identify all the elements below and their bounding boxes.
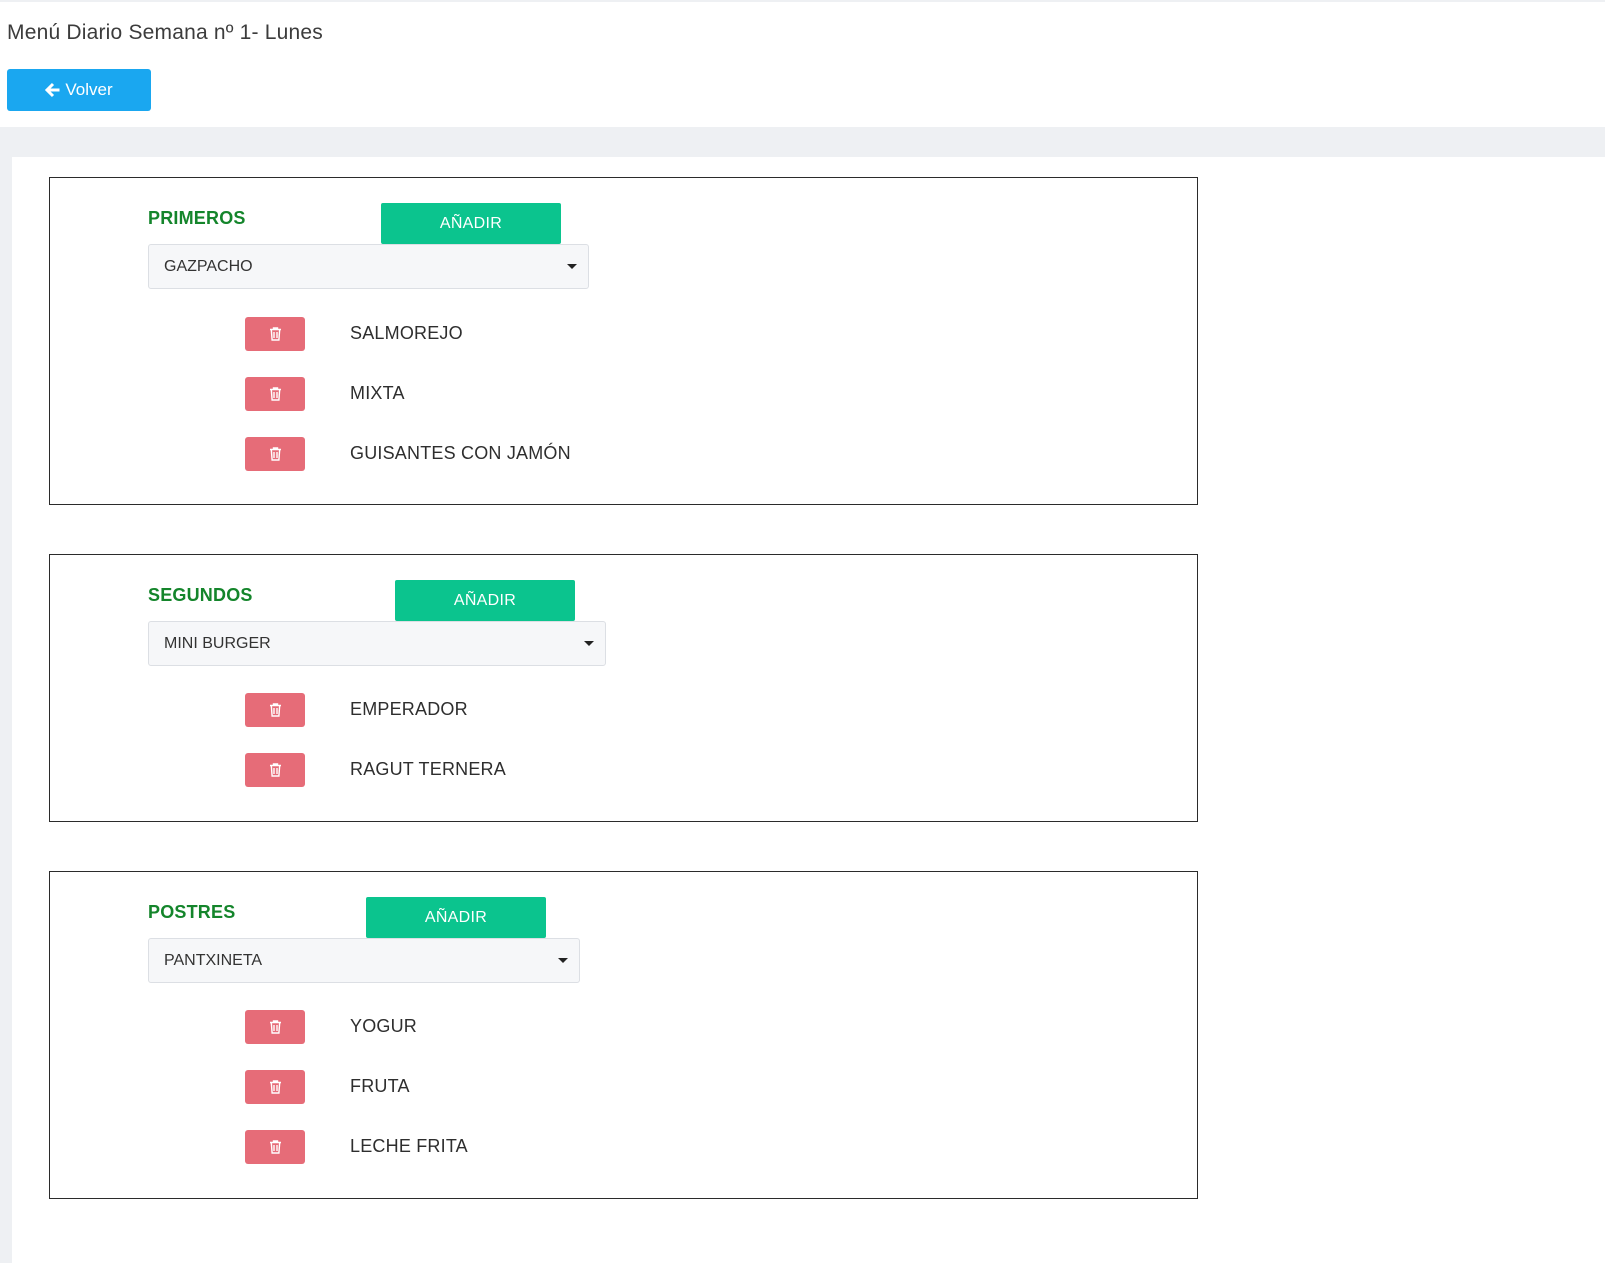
item-label: YOGUR: [350, 1016, 418, 1036]
list-item: GUISANTES CON JAMÓN: [245, 437, 571, 471]
dish-select-value: PANTXINETA: [164, 951, 263, 969]
list-item: MIXTA: [245, 377, 404, 411]
section-title: SEGUNDOS: [148, 585, 253, 605]
item-label: SALMOREJO: [350, 323, 463, 343]
trash-icon: [269, 1020, 281, 1034]
trash-icon: [269, 447, 281, 461]
item-label: EMPERADOR: [350, 699, 468, 719]
item-label: MIXTA: [350, 383, 405, 403]
section-postres: POSTRES AÑADIR PANTXINETA YOGUR FRUTA LE…: [49, 871, 1198, 1199]
trash-icon: [269, 1140, 281, 1154]
trash-icon: [269, 703, 281, 717]
delete-button[interactable]: [245, 317, 305, 351]
back-button-label: Volver: [65, 80, 113, 99]
add-button[interactable]: AÑADIR: [395, 580, 575, 621]
caret-down-icon: [584, 641, 594, 646]
trash-icon: [269, 327, 281, 341]
section-title: POSTRES: [148, 902, 236, 922]
item-label: FRUTA: [350, 1076, 410, 1096]
dish-select-value: MINI BURGER: [164, 634, 271, 652]
delete-button[interactable]: [245, 437, 305, 471]
trash-icon: [269, 763, 281, 777]
page-title: Menú Diario Semana nº 1- Lunes: [7, 21, 324, 44]
list-item: EMPERADOR: [245, 693, 468, 727]
dish-select[interactable]: GAZPACHO: [148, 244, 589, 289]
delete-button[interactable]: [245, 1130, 305, 1164]
list-item: FRUTA: [245, 1070, 409, 1104]
list-item: RAGUT TERNERA: [245, 753, 506, 787]
content-band: [0, 127, 1605, 157]
list-item: YOGUR: [245, 1010, 417, 1044]
add-button[interactable]: AÑADIR: [366, 897, 546, 938]
delete-button[interactable]: [245, 753, 305, 787]
back-button[interactable]: Volver: [7, 69, 151, 111]
trash-icon: [269, 387, 281, 401]
section-primeros: PRIMEROS AÑADIR GAZPACHO SALMOREJO MIXTA…: [49, 177, 1198, 505]
dish-select-value: GAZPACHO: [164, 257, 253, 275]
dish-select[interactable]: PANTXINETA: [148, 938, 580, 983]
caret-down-icon: [558, 958, 568, 963]
list-item: SALMOREJO: [245, 317, 463, 351]
delete-button[interactable]: [245, 693, 305, 727]
caret-down-icon: [567, 264, 577, 269]
section-segundos: SEGUNDOS AÑADIR MINI BURGER EMPERADOR RA…: [49, 554, 1198, 822]
item-label: RAGUT TERNERA: [350, 759, 506, 779]
delete-button[interactable]: [245, 1010, 305, 1044]
delete-button[interactable]: [245, 1070, 305, 1104]
list-item: LECHE FRITA: [245, 1130, 468, 1164]
trash-icon: [269, 1080, 281, 1094]
arrow-left-icon: [45, 82, 60, 98]
add-button[interactable]: AÑADIR: [381, 203, 561, 244]
page-header: Menú Diario Semana nº 1- Lunes Volver: [0, 2, 1605, 127]
item-label: GUISANTES CON JAMÓN: [350, 443, 571, 463]
left-gutter: [0, 157, 12, 1263]
section-title: PRIMEROS: [148, 208, 246, 228]
dish-select[interactable]: MINI BURGER: [148, 621, 606, 666]
item-label: LECHE FRITA: [350, 1136, 468, 1156]
delete-button[interactable]: [245, 377, 305, 411]
